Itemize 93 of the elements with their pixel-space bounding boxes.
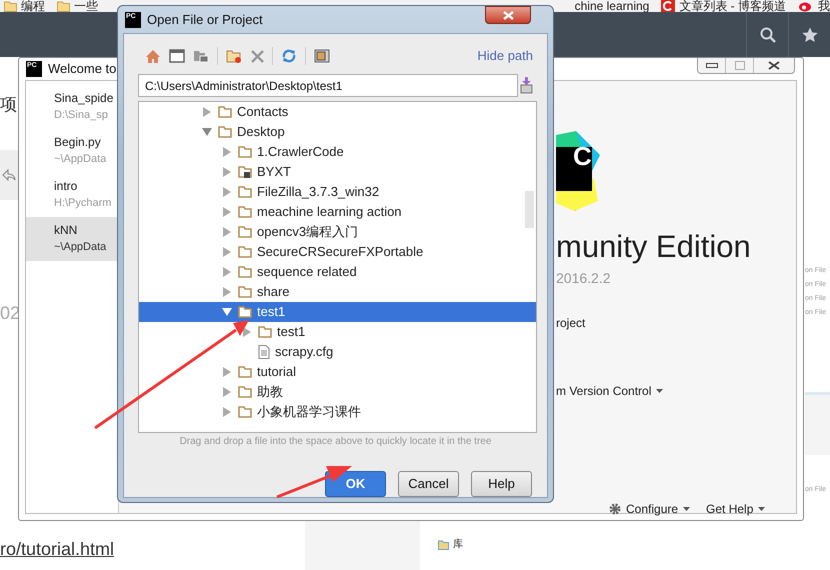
folder-icon [238,186,252,198]
page-heading: 项 [0,96,17,113]
module-folder-icon [238,166,252,178]
dialog-button[interactable]: OK [325,471,386,497]
action-link[interactable]: m Version Control [556,382,664,400]
collapsed-arrow-icon[interactable] [221,187,233,197]
window-icon[interactable] [169,49,185,63]
caret-icon [683,507,690,511]
tree-item[interactable]: test1 [139,322,536,342]
close-button[interactable] [485,6,531,24]
path-field[interactable]: C:\Users\Administrator\Desktop\test1 [138,74,518,97]
tree-item[interactable]: SecureCRSecureFXPortable [139,242,536,262]
folder-icon [218,126,232,138]
tree-item[interactable]: scrapy.cfg [139,342,536,362]
home-icon[interactable] [145,48,161,64]
collapsed-arrow-icon[interactable] [201,107,213,117]
tree-item[interactable]: FileZilla_3.7.3_win32 [139,182,536,202]
delete-icon[interactable] [251,50,264,62]
bookmark-link[interactable]: 我 [818,0,830,12]
tree-item[interactable]: meachine learning action [139,202,536,222]
collapsed-arrow-icon[interactable] [221,247,233,257]
version-label: 2016.2.2 [556,269,610,288]
collapsed-arrow-icon[interactable] [221,147,233,157]
minimize-icon[interactable] [706,63,718,68]
folder-icon [238,246,252,258]
gear-icon [609,503,621,515]
expanded-arrow-icon[interactable] [221,307,233,317]
hide-path-link[interactable]: Hide path [477,46,533,66]
tree-item[interactable]: test1 [139,302,536,322]
logo-letters: C [573,143,592,169]
folder-icon [238,286,252,298]
star-icon[interactable] [802,26,818,42]
page-link[interactable]: ro/tutorial.html [0,536,114,563]
collapsed-arrow-icon[interactable] [221,367,233,377]
dialog-button[interactable]: Cancel [398,471,459,497]
new-folder-icon[interactable] [226,48,243,64]
collapsed-arrow-icon[interactable] [221,407,233,417]
caret-icon [656,389,664,393]
folder-icon [238,206,252,218]
download-icon[interactable] [520,77,533,94]
tree-item[interactable]: BYXT [139,162,536,182]
refresh-icon[interactable] [281,48,297,64]
dialog-title: Open File or Project [147,10,263,29]
search-icon[interactable] [760,26,776,42]
folder-icon [238,266,252,278]
folder-icon [238,226,252,238]
collapsed-arrow-icon[interactable] [221,167,233,177]
bookmark-link[interactable]: 一些 [74,0,98,12]
hint-text: Drag and drop a file into the space above to quickly locate it in the tree [178,435,492,449]
collapsed-arrow-icon[interactable] [221,227,233,237]
window-title: Welcome to [48,60,116,78]
scrollbar-thumb[interactable] [525,191,534,228]
library-icon[interactable] [438,540,449,550]
collapsed-arrow-icon[interactable] [221,387,233,397]
footer-link[interactable]: Get Help [706,500,766,518]
reply-icon[interactable] [2,169,16,181]
action-link[interactable]: roject [556,314,586,332]
tree-item[interactable]: share [139,282,536,302]
expanded-arrow-icon[interactable] [201,127,213,137]
tree-item[interactable]: tutorial [139,362,536,382]
tree-item[interactable]: 小象机器学习课件 [139,402,536,422]
file-icon [258,345,270,359]
tree-item[interactable]: Contacts [139,102,536,122]
tree-item[interactable]: 1.CrawlerCode [139,142,536,162]
folder-icon [238,146,252,158]
collapsed-arrow-icon[interactable] [221,287,233,297]
tree-item[interactable]: 助教 [139,382,536,402]
dialog-button[interactable]: Help [471,471,532,497]
folder-icon [238,386,252,398]
folder-icon [238,366,252,378]
product-name: munity Edition [556,228,751,266]
bookmark-link[interactable]: 编程 [21,0,45,12]
recent-project[interactable]: kNN ~\AppData [26,217,118,261]
collapsed-arrow-icon[interactable] [221,267,233,277]
tree-item[interactable]: Desktop [139,122,536,142]
caret-icon [758,507,766,511]
folder-icon [238,306,252,318]
close-icon[interactable] [768,61,780,70]
folder-icon [218,106,232,118]
folders-icon[interactable] [193,49,209,63]
toggle-view-icon[interactable] [314,49,330,63]
site-icon[interactable] [661,0,676,12]
library-item[interactable]: 库 [453,537,463,552]
weibo-icon[interactable] [798,0,814,12]
tree-item[interactable]: opencv3编程入门 [139,222,536,242]
folder-icon [238,406,252,418]
maximize-icon[interactable] [734,61,744,70]
footer-link[interactable]: Configure [609,500,690,518]
bookmark-link[interactable]: 文章列表 - 博客频道 [679,0,786,12]
collapsed-arrow-icon[interactable] [221,207,233,217]
collapsed-arrow-icon[interactable] [241,327,253,337]
folder-icon [258,326,272,338]
tree-item[interactable]: sequence related [139,262,536,282]
